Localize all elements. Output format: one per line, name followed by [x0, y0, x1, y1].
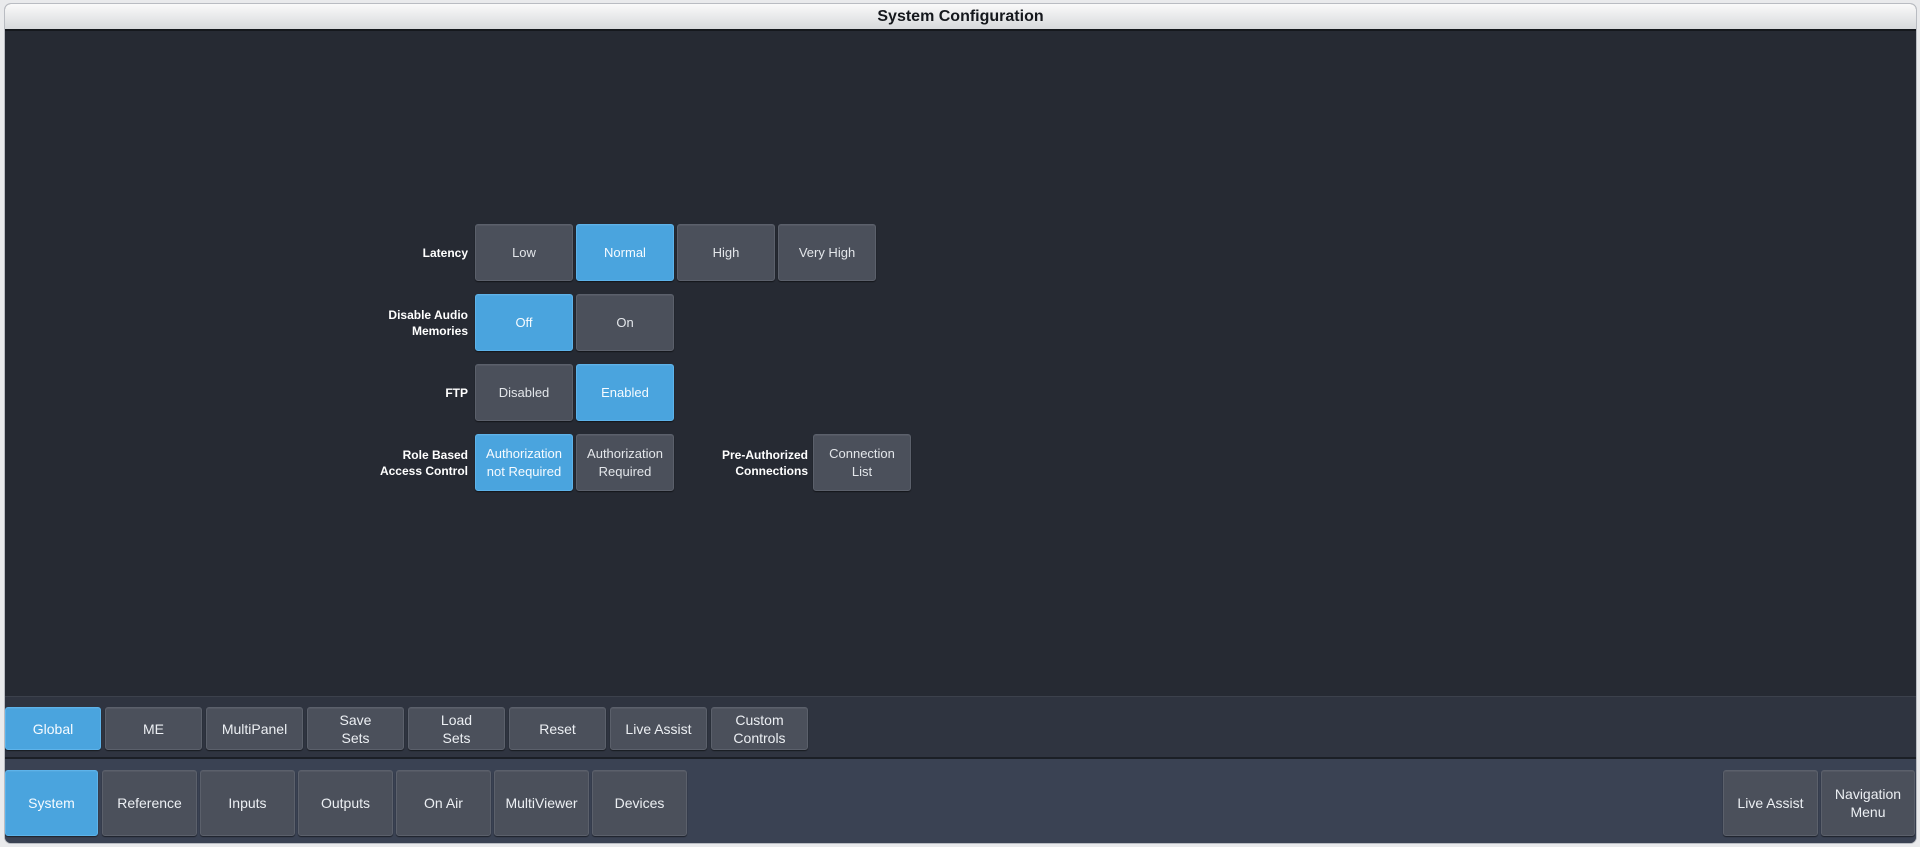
ftp-label: FTP: [445, 386, 468, 400]
subtab-save-sets[interactable]: Save Sets: [307, 707, 404, 750]
subtab-reset[interactable]: Reset: [509, 707, 606, 750]
connection-list-button[interactable]: Connection List: [813, 434, 911, 491]
nav-reference[interactable]: Reference: [102, 770, 197, 836]
latency-very-high-button[interactable]: Very High: [778, 224, 876, 281]
nav-inputs[interactable]: Inputs: [200, 770, 295, 836]
navigation-bar: System Reference Inputs Outputs On Air M…: [5, 757, 1916, 843]
subtab-multipanel[interactable]: MultiPanel: [206, 707, 303, 750]
audio-on-button[interactable]: On: [576, 294, 674, 351]
sub-tab-bar: Global ME MultiPanel Save Sets Load Sets…: [5, 696, 1916, 758]
latency-normal-button[interactable]: Normal: [576, 224, 674, 281]
subtab-custom-controls[interactable]: Custom Controls: [711, 707, 808, 750]
latency-low-button[interactable]: Low: [475, 224, 573, 281]
subtab-me[interactable]: ME: [105, 707, 202, 750]
nav-on-air[interactable]: On Air: [396, 770, 491, 836]
navigation-menu-button[interactable]: Navigation Menu: [1821, 770, 1915, 836]
nav-multiviewer[interactable]: MultiViewer: [494, 770, 589, 836]
window-title: System Configuration: [5, 4, 1916, 31]
ftp-enabled-button[interactable]: Enabled: [576, 364, 674, 421]
rbac-label: Role Based Access Control: [379, 448, 468, 478]
subtab-global[interactable]: Global: [5, 707, 101, 750]
nav-live-assist[interactable]: Live Assist: [1723, 770, 1818, 836]
audio-off-button[interactable]: Off: [475, 294, 573, 351]
pre-authorized-connections-label: Pre-Authorized Connections: [721, 448, 808, 478]
authorization-not-required-button[interactable]: Authorization not Required: [475, 434, 573, 491]
ftp-disabled-button[interactable]: Disabled: [475, 364, 573, 421]
latency-high-button[interactable]: High: [677, 224, 775, 281]
system-configuration-window: System Configuration Latency Low Normal …: [5, 4, 1916, 843]
disable-audio-memories-label: Disable Audio Memories: [388, 308, 468, 338]
nav-outputs[interactable]: Outputs: [298, 770, 393, 836]
nav-devices[interactable]: Devices: [592, 770, 687, 836]
authorization-required-button[interactable]: Authorization Required: [576, 434, 674, 491]
latency-label: Latency: [422, 246, 468, 260]
subtab-live-assist[interactable]: Live Assist: [610, 707, 707, 750]
nav-system[interactable]: System: [5, 770, 98, 836]
subtab-load-sets[interactable]: Load Sets: [408, 707, 505, 750]
